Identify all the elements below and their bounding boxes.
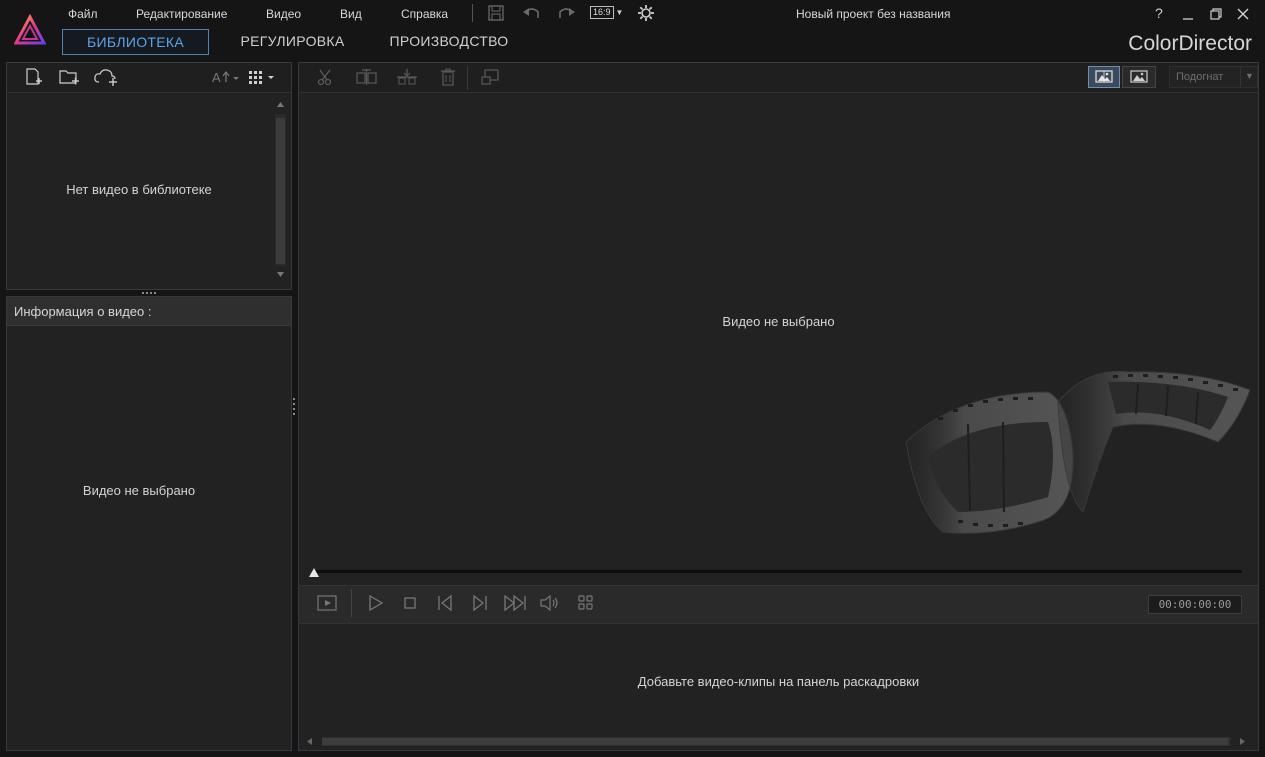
save-icon[interactable] (487, 4, 505, 22)
storyboard-scroll-thumb[interactable] (322, 738, 1228, 745)
menu-edit[interactable]: Редактирование (136, 7, 227, 21)
brand-name: ColorDirector (1128, 32, 1252, 55)
video-info-header: Информация о видео : (7, 297, 291, 326)
window-title: Новый проект без названия (796, 7, 951, 21)
scroll-left-icon[interactable] (305, 737, 314, 746)
library-panel (6, 62, 292, 290)
menu-view[interactable]: Вид (340, 7, 362, 21)
timecode-display: 00:00:00:00 (1148, 595, 1242, 614)
minimize-icon[interactable] (1178, 4, 1198, 24)
vertical-resize-handle[interactable] (293, 397, 296, 415)
preview-empty-text: Видео не выбрано (722, 314, 835, 329)
app-logo (14, 14, 46, 46)
zoom-fit-label: Подогнат (1176, 71, 1224, 83)
settings-gear-icon[interactable] (637, 4, 655, 22)
controls-separator (351, 589, 352, 617)
menu-video[interactable]: Видео (266, 7, 301, 21)
sort-icon[interactable]: A (212, 69, 240, 85)
aspect-ratio-selector[interactable]: 16:9 ▼ (590, 6, 623, 19)
tab-produce[interactable]: ПРОИЗВОДСТВО (380, 29, 518, 53)
view-mode-icon[interactable] (248, 69, 276, 85)
tab-adjust[interactable]: РЕГУЛИРОВКА (230, 29, 355, 53)
redo-icon[interactable] (556, 4, 576, 22)
cloud-import-icon[interactable] (93, 67, 119, 87)
chevron-down-icon: ▼ (1245, 71, 1254, 81)
aspect-ratio-label: 16:9 (590, 6, 614, 19)
compare-view-button[interactable] (1088, 66, 1120, 88)
scroll-up-icon[interactable] (276, 100, 285, 109)
import-media-icon[interactable] (24, 67, 44, 87)
restore-icon[interactable] (1206, 4, 1226, 24)
preview-mode-icon[interactable] (316, 593, 338, 613)
grid-view-icon[interactable] (576, 593, 596, 613)
scroll-down-icon[interactable] (276, 270, 285, 279)
library-scroll-thumb[interactable] (276, 118, 285, 264)
next-frame-icon[interactable] (470, 593, 490, 613)
menu-separator (472, 4, 473, 22)
scroll-right-icon[interactable] (1238, 737, 1247, 746)
zoom-fit-dropdown[interactable]: Подогнат ▼ (1169, 66, 1258, 88)
svg-text:A: A (212, 70, 221, 85)
snapshot-icon[interactable] (479, 67, 501, 87)
toolbar-separator (467, 66, 468, 90)
insert-clip-icon[interactable] (395, 67, 419, 87)
close-icon[interactable] (1233, 4, 1253, 24)
library-empty-text: Нет видео в библиотеке (66, 182, 212, 197)
seek-bar[interactable] (312, 570, 1242, 573)
undo-icon[interactable] (522, 4, 542, 22)
trim-scissors-icon[interactable] (316, 67, 336, 87)
video-info-panel (6, 296, 292, 751)
menu-help[interactable]: Справка (401, 7, 448, 21)
menu-file[interactable]: Файл (68, 7, 98, 21)
delete-trash-icon[interactable] (438, 67, 458, 87)
help-button[interactable]: ? (1155, 5, 1163, 21)
stop-icon[interactable] (400, 593, 420, 613)
panel-resize-handle[interactable] (141, 291, 157, 294)
seek-handle[interactable] (308, 567, 320, 579)
video-info-title: Информация о видео : (14, 304, 152, 319)
play-icon[interactable] (366, 593, 386, 613)
film-strip-decoration (898, 362, 1254, 544)
fast-forward-icon[interactable] (503, 593, 527, 613)
info-empty-text: Видео не выбрано (82, 483, 196, 498)
split-clip-icon[interactable] (355, 67, 379, 87)
storyboard-empty-text: Добавьте видео-клипы на панель раскадров… (637, 674, 920, 689)
single-view-button[interactable] (1122, 66, 1156, 88)
previous-frame-icon[interactable] (435, 593, 455, 613)
dropdown-divider (1240, 67, 1241, 87)
import-folder-icon[interactable] (58, 67, 80, 87)
chevron-down-icon: ▼ (615, 8, 624, 17)
tab-library[interactable]: БИБЛИОТЕКА (62, 29, 209, 55)
volume-icon[interactable] (539, 593, 561, 613)
